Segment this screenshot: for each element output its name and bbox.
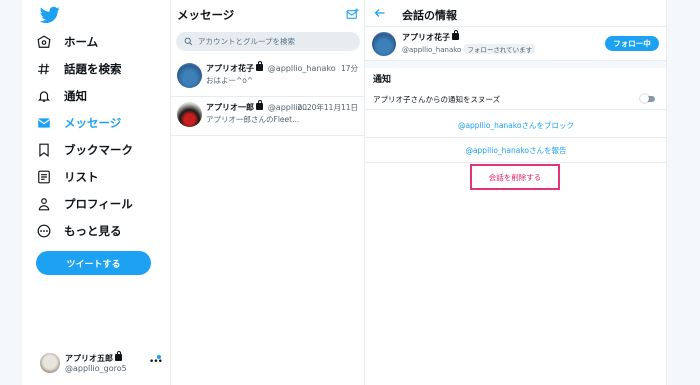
- nav-label: 話題を検索: [64, 62, 122, 76]
- account-switcher[interactable]: アプリオ五郎 @appllio_goro5 •••: [40, 351, 163, 375]
- more-circle-icon: [36, 223, 52, 239]
- delete-label: 会話を削除する: [488, 172, 542, 182]
- section-separator: [365, 60, 667, 68]
- conversation-preview: おはよー^o^: [206, 76, 254, 85]
- conversation-name: アプリオ花子 @appllio_hanako: [206, 61, 336, 73]
- nav-item-profile[interactable]: プロフィール: [36, 193, 133, 215]
- conversation-info-column: 会話の情報 アプリオ花子 @appllio_hanako フォローされています フ…: [365, 0, 667, 385]
- avatar: [372, 32, 396, 56]
- left-gutter: [0, 0, 22, 385]
- search-placeholder: アカウントとグループを検索: [198, 37, 296, 46]
- nav-item-more[interactable]: もっと見る: [36, 220, 122, 242]
- follows-you-badge: フォローされています: [464, 44, 536, 54]
- snooze-toggle[interactable]: [640, 94, 655, 103]
- nav-label: メッセージ: [64, 116, 122, 130]
- search-icon: [184, 37, 193, 46]
- app: ホーム 話題を検索 通知 メッセージ ブックマーク リスト プロフィール もっと…: [0, 0, 700, 385]
- person-icon: [36, 196, 52, 212]
- lock-icon: [115, 351, 122, 361]
- nav-label: リスト: [64, 170, 99, 184]
- conversation-item[interactable]: アプリオ一郎 @appllio... 2020年11月11日 アプリオ一郎さんの…: [171, 98, 364, 136]
- avatar: [40, 353, 60, 373]
- messages-title: メッセージ: [177, 8, 235, 22]
- nav-item-bookmarks[interactable]: ブックマーク: [36, 139, 133, 161]
- sidebar-nav: ホーム 話題を検索 通知 メッセージ ブックマーク リスト プロフィール もっと…: [22, 0, 170, 385]
- bookmark-icon: [36, 142, 52, 158]
- following-button[interactable]: フォロー中: [605, 36, 659, 51]
- info-title: 会話の情報: [402, 9, 457, 22]
- nav-item-messages[interactable]: メッセージ: [36, 112, 121, 134]
- notification-dot: [157, 355, 161, 359]
- messages-column: メッセージ アカウントとグループを検索 アプリオ花子 @appllio_hana…: [171, 0, 364, 385]
- conversation-preview: アプリオ一郎さんのFleet...: [206, 115, 300, 124]
- avatar: [177, 63, 202, 88]
- snooze-row[interactable]: アプリオ子さんからの通知をスヌーズ: [365, 89, 667, 110]
- account-handle: @appllio_goro5: [65, 364, 127, 373]
- twitter-logo-icon[interactable]: [40, 6, 60, 24]
- nav-item-notifications[interactable]: 通知: [36, 85, 87, 107]
- nav-label: ホーム: [64, 35, 99, 49]
- hashtag-icon: [36, 61, 52, 77]
- nav-label: ブックマーク: [64, 143, 133, 157]
- envelope-icon: [36, 115, 52, 131]
- block-button[interactable]: @appllio_hanakoさんをブロック: [365, 113, 667, 138]
- report-button[interactable]: @appllio_hanakoさんを報告: [365, 138, 667, 163]
- tweet-button[interactable]: ツイートする: [36, 251, 151, 275]
- delete-conversation-button[interactable]: 会話を削除する: [470, 164, 560, 190]
- nav-item-explore[interactable]: 話題を検索: [36, 58, 122, 80]
- user-name: アプリオ花子: [402, 30, 461, 43]
- search-input[interactable]: アカウントとグループを検索: [176, 32, 360, 51]
- snooze-label: アプリオ子さんからの通知をスヌーズ: [373, 95, 501, 104]
- right-gutter: [667, 0, 700, 385]
- user-handle: @appllio_hanako フォローされています: [402, 44, 536, 54]
- lock-icon: [256, 100, 263, 110]
- conversation-time: 2020年11月11日: [297, 103, 358, 112]
- account-name: アプリオ五郎: [65, 351, 124, 364]
- nav-label: 通知: [64, 89, 87, 103]
- lock-icon: [256, 61, 263, 71]
- nav-label: プロフィール: [64, 197, 133, 211]
- nav-item-lists[interactable]: リスト: [36, 166, 99, 188]
- notifications-title: 通知: [373, 75, 392, 85]
- home-icon: [36, 34, 52, 50]
- conversation-item[interactable]: アプリオ花子 @appllio_hanako 17分 おはよー^o^: [171, 59, 364, 97]
- user-card[interactable]: アプリオ花子 @appllio_hanako フォローされています フォロー中: [365, 27, 667, 60]
- nav-label: もっと見る: [64, 224, 122, 238]
- conversation-name: アプリオ一郎 @appllio...: [206, 100, 310, 112]
- bell-icon: [36, 88, 52, 104]
- toggle-knob: [640, 94, 649, 103]
- nav-item-home[interactable]: ホーム: [36, 31, 98, 53]
- list-icon: [36, 169, 52, 185]
- avatar: [177, 102, 202, 127]
- new-message-icon[interactable]: [346, 8, 359, 21]
- lock-icon: [452, 30, 459, 40]
- back-arrow-icon[interactable]: [374, 7, 386, 19]
- conversation-time: 17分: [340, 64, 358, 73]
